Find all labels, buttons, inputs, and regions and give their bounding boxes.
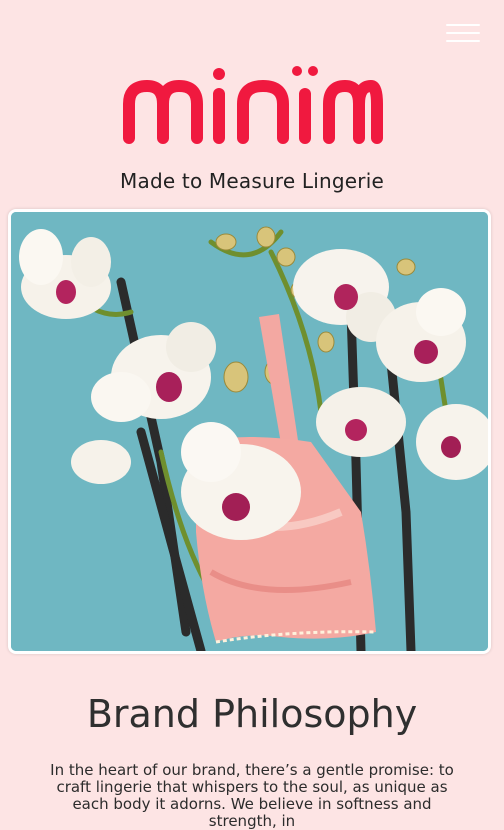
hamburger-icon-line <box>446 24 480 26</box>
hamburger-icon-line <box>446 32 480 34</box>
section-body: In the heart of our brand, there’s a gen… <box>50 761 454 830</box>
hero-image <box>8 209 491 654</box>
section-title: Brand Philosophy <box>86 692 418 736</box>
brand-logo[interactable] <box>121 64 383 144</box>
logo-wordmark <box>123 66 383 144</box>
tagline: Made to Measure Lingerie <box>120 169 384 193</box>
hamburger-icon-line <box>446 40 480 42</box>
menu-button[interactable] <box>446 22 480 44</box>
